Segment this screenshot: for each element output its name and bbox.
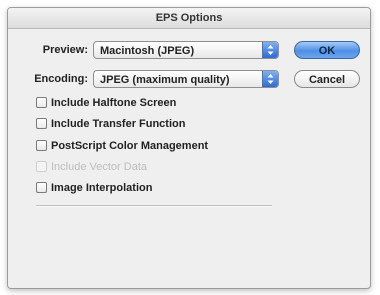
include-vector-data-option: Include Vector Data — [36, 159, 147, 175]
encoding-popup-value: JPEG (maximum quality) — [100, 74, 230, 86]
popup-arrows-icon — [262, 71, 278, 87]
checkbox — [36, 161, 47, 172]
option-label: Include Halftone Screen — [51, 97, 177, 109]
preview-popup[interactable]: Macintosh (JPEG) — [93, 41, 279, 59]
postscript-color-management-option[interactable]: PostScript Color Management — [36, 138, 208, 154]
include-transfer-function-option[interactable]: Include Transfer Function — [36, 116, 185, 132]
option-label: PostScript Color Management — [51, 140, 209, 152]
checkbox[interactable] — [36, 140, 47, 151]
checkbox[interactable] — [36, 182, 47, 193]
option-label: Include Transfer Function — [51, 118, 186, 130]
eps-options-dialog: EPS Options Preview: Macintosh (JPEG) En… — [7, 7, 371, 289]
option-label: Include Vector Data — [51, 161, 148, 173]
checkbox[interactable] — [36, 97, 47, 108]
divider — [36, 205, 272, 207]
encoding-popup[interactable]: JPEG (maximum quality) — [93, 70, 279, 88]
cancel-button[interactable]: Cancel — [294, 70, 360, 88]
encoding-label: Encoding: — [34, 73, 88, 85]
option-label: Image Interpolation — [51, 182, 153, 194]
popup-arrows-icon — [262, 42, 278, 58]
preview-label: Preview: — [42, 44, 88, 56]
include-halftone-screen-option[interactable]: Include Halftone Screen — [36, 95, 176, 111]
image-interpolation-option[interactable]: Image Interpolation — [36, 180, 152, 196]
checkbox[interactable] — [36, 118, 47, 129]
ok-button[interactable]: OK — [294, 41, 360, 59]
dialog-title: EPS Options — [8, 8, 370, 29]
preview-popup-value: Macintosh (JPEG) — [100, 45, 195, 57]
